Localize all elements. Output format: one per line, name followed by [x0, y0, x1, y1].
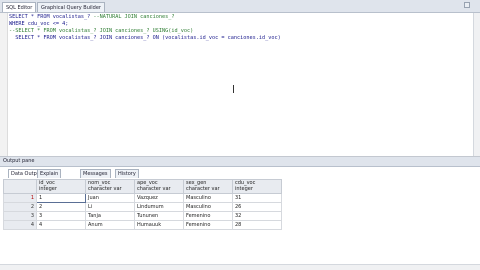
tab-history[interactable]: History: [115, 169, 139, 178]
text-cursor: [233, 85, 234, 93]
table-cell[interactable]: 31: [232, 193, 282, 203]
code-comment: --NATURAL JOIN canciones_?: [93, 14, 175, 20]
column-type: character var: [186, 185, 220, 192]
table-cell[interactable]: Anum: [85, 220, 135, 230]
row-number: 3: [3, 211, 37, 221]
tab-graphical-query-builder[interactable]: Graphical Query Builder: [37, 2, 105, 12]
table-row[interactable]: 4 4 Anum Humauuk Femenino 28: [3, 220, 282, 230]
row-number-header: [3, 179, 37, 194]
code-text: SELECT * FROM vocalistas_?: [9, 14, 94, 20]
column-header[interactable]: nom_voc character var: [85, 179, 135, 194]
table-cell[interactable]: Lindumum: [134, 202, 184, 212]
pane-close-icon[interactable]: [464, 2, 470, 8]
table-cell[interactable]: Vazquez: [134, 193, 184, 203]
tab-sql-editor[interactable]: SQL Editor: [2, 2, 37, 12]
column-type: integer: [39, 185, 57, 192]
code-text: WHERE cdu_voc <= 4;: [9, 21, 69, 27]
column-type: character var: [137, 185, 171, 192]
sql-code-area[interactable]: SELECT * FROM vocalistas_? --NATURAL JOI…: [9, 14, 281, 42]
table-row[interactable]: 1 1 Juan Vazquez Masculino 31: [3, 193, 282, 203]
output-pane-title: Output pane: [3, 158, 35, 164]
code-line: SELECT * FROM vocalistas_? JOIN cancione…: [9, 35, 281, 42]
column-header[interactable]: id_voc integer: [36, 179, 86, 194]
table-cell[interactable]: 32: [232, 211, 282, 221]
line-number-gutter: [0, 13, 8, 156]
column-header[interactable]: ape_voc character var: [134, 179, 184, 194]
header-row: id_voc integer nom_voc character var ape_v…: [3, 179, 282, 194]
output-horizontal-scrollbar[interactable]: [0, 264, 480, 270]
table-cell[interactable]: 2: [36, 202, 86, 212]
sql-editor-pane: SQL Editor Graphical Query Builder SELEC…: [0, 0, 480, 157]
code-line: SELECT * FROM vocalistas_? --NATURAL JOI…: [9, 14, 281, 21]
code-line: WHERE cdu_voc <= 4;: [9, 21, 281, 28]
table-cell[interactable]: Femenino: [183, 211, 233, 221]
results-grid[interactable]: id_voc integer nom_voc character var ape_v…: [3, 179, 282, 230]
table-cell[interactable]: Femenino: [183, 220, 233, 230]
table-cell[interactable]: 26: [232, 202, 282, 212]
table-cell[interactable]: 1: [36, 193, 86, 203]
table-cell[interactable]: Tununen: [134, 211, 184, 221]
tab-explain[interactable]: Explain: [37, 169, 62, 178]
code-comment: --SELECT * FROM vocalistas_? JOIN cancio…: [9, 28, 194, 34]
table-cell[interactable]: 3: [36, 211, 86, 221]
output-pane: Output pane Data Output Explain Messages…: [0, 157, 480, 270]
table-row[interactable]: 2 2 Li Lindumum Masculino 26: [3, 202, 282, 212]
column-header[interactable]: cdu_voc integer: [232, 179, 282, 194]
row-number: 1: [3, 193, 37, 203]
code-text: SELECT * FROM vocalistas_? JOIN cancione…: [9, 35, 281, 41]
table-row[interactable]: 3 3 Tanja Tununen Femenino 32: [3, 211, 282, 221]
editor-vertical-scrollbar[interactable]: [473, 13, 480, 156]
row-number: 4: [3, 220, 37, 230]
table-cell[interactable]: 4: [36, 220, 86, 230]
table-cell[interactable]: 28: [232, 220, 282, 230]
table-cell[interactable]: Humauuk: [134, 220, 184, 230]
table-cell[interactable]: Tanja: [85, 211, 135, 221]
output-pane-header: Output pane: [0, 157, 480, 167]
table-cell[interactable]: Masculino: [183, 193, 233, 203]
table-cell[interactable]: Juan: [85, 193, 135, 203]
code-line: --SELECT * FROM vocalistas_? JOIN cancio…: [9, 28, 281, 35]
table-cell[interactable]: Masculino: [183, 202, 233, 212]
tab-messages[interactable]: Messages: [80, 169, 111, 178]
column-type: integer: [235, 185, 253, 192]
column-header[interactable]: sex_gen character var: [183, 179, 233, 194]
table-cell[interactable]: Li: [85, 202, 135, 212]
row-number: 2: [3, 202, 37, 212]
editor-tab-strip: SQL Editor Graphical Query Builder: [0, 0, 480, 13]
column-type: character var: [88, 185, 122, 192]
